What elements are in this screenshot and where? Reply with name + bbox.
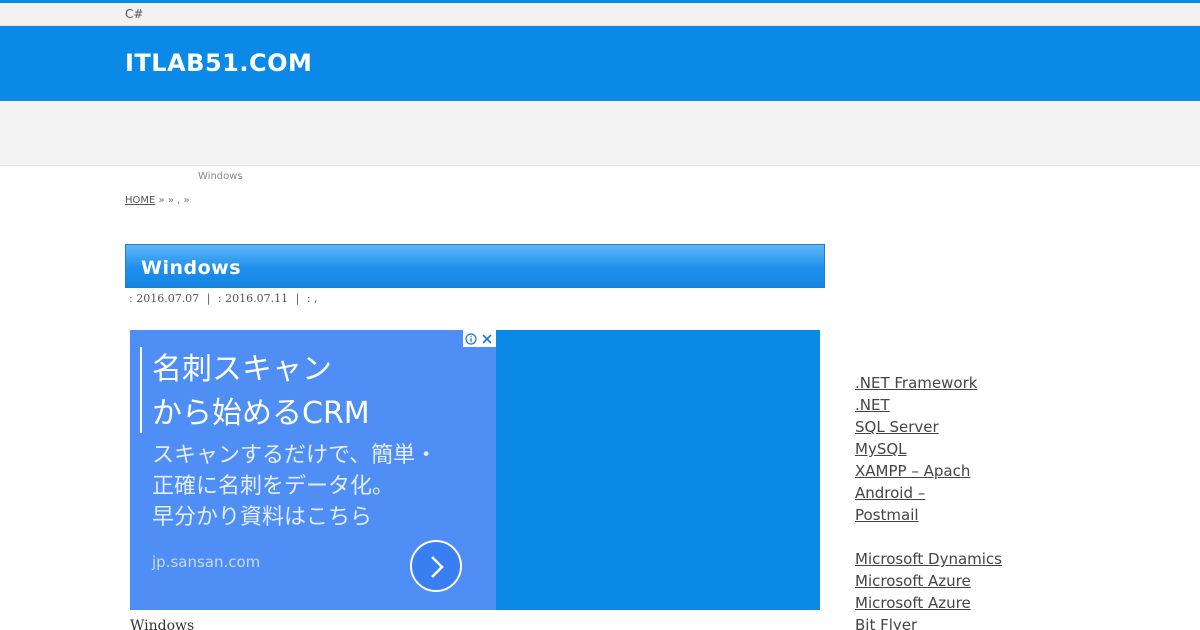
advertisement[interactable]: 名刺スキャン から始めるCRM スキャンするだけで、簡単・ 正確に名刺をデータ化… xyxy=(130,330,820,610)
breadcrumb: HOME » » , » xyxy=(125,195,190,206)
sidebar-link[interactable]: .NET xyxy=(855,394,1155,416)
published-date: : 2016.07.07 xyxy=(129,292,200,305)
post-body-start: Windows xyxy=(130,618,195,630)
sidebar-link[interactable]: Microsoft Azure xyxy=(855,570,1155,592)
post-category[interactable]: : , xyxy=(307,292,318,305)
sidebar-link[interactable]: Microsoft Dynamics xyxy=(855,548,1155,570)
close-icon[interactable] xyxy=(479,330,495,347)
sidebar-link[interactable]: .NET Framework xyxy=(855,372,1155,394)
site-title-link[interactable]: ITLAB51.COM xyxy=(125,49,312,77)
ad-choices[interactable] xyxy=(463,330,496,347)
sidebar-link[interactable]: Android – xyxy=(855,482,1155,504)
post-meta: : 2016.07.07 | : 2016.07.11 | : , xyxy=(129,292,322,305)
ad-creative[interactable]: 名刺スキャン から始めるCRM スキャンするだけで、簡単・ 正確に名刺をデータ化… xyxy=(130,330,496,610)
sidebar-link[interactable]: Bit Flyer xyxy=(855,614,1155,630)
sidebar-link[interactable]: SQL Server xyxy=(855,416,1155,438)
breadcrumb-rest: » » , » xyxy=(155,195,190,206)
ad-headline[interactable]: 名刺スキャン から始めるCRM xyxy=(152,348,482,436)
post-title-bar: Windows xyxy=(125,244,825,288)
sidebar-links: .NET Framework .NET SQL Server MySQL XAM… xyxy=(855,372,1155,630)
sidebar-link[interactable]: MySQL xyxy=(855,438,1155,460)
ad-desc-line1: スキャンするだけで、簡単・ xyxy=(152,443,438,468)
sidebar-link[interactable]: Microsoft Azure xyxy=(855,592,1155,614)
ad-domain[interactable]: jp.sansan.com xyxy=(152,553,260,571)
ad-desc-line2: 正確に名刺をデータ化。 xyxy=(152,474,395,499)
meta-separator: | xyxy=(295,292,300,305)
ad-next-button[interactable] xyxy=(410,540,462,592)
ad-headline-line1: 名刺スキャン xyxy=(152,352,332,387)
topbar-text: C# xyxy=(125,7,144,21)
post-title: Windows xyxy=(141,257,242,279)
chevron-right-icon xyxy=(431,556,444,578)
meta-separator: | xyxy=(206,292,211,305)
ad-headline-line2: から始めるCRM xyxy=(152,396,370,431)
ad-desc-line3: 早分かり資料はこちら xyxy=(152,505,373,530)
site-header: ITLAB51.COM xyxy=(0,26,1200,101)
ad-accent-bar xyxy=(140,347,142,433)
top-bar: C# xyxy=(0,3,1200,26)
ad-description[interactable]: スキャンするだけで、簡単・ 正確に名刺をデータ化。 早分かり資料はこちら xyxy=(152,440,482,533)
nav-bar xyxy=(0,101,1200,166)
site-subtitle: Windows xyxy=(198,171,243,182)
sidebar-link[interactable]: XAMPP – Apach xyxy=(855,460,1155,482)
info-icon[interactable] xyxy=(463,330,479,347)
updated-date: : 2016.07.11 xyxy=(217,292,289,305)
sidebar-link[interactable]: Postmail xyxy=(855,504,1155,526)
breadcrumb-home-link[interactable]: HOME xyxy=(125,195,155,206)
